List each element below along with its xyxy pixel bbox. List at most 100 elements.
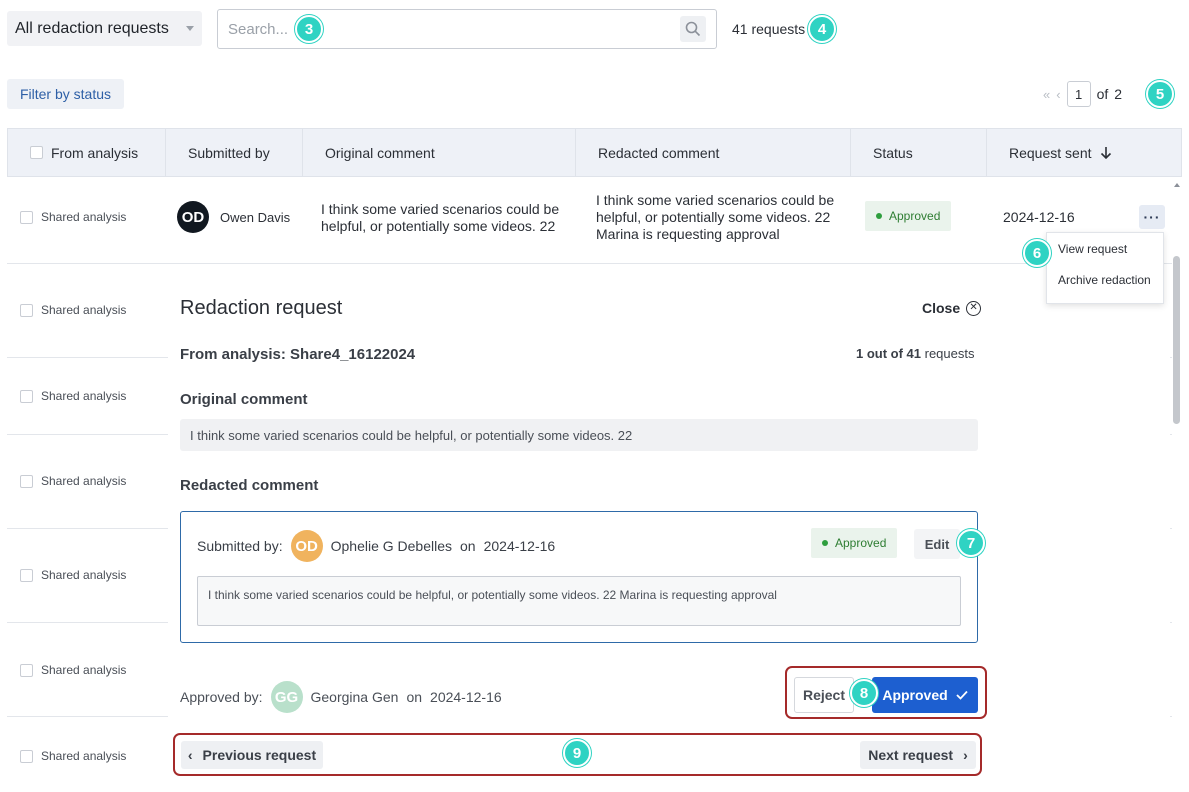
request-sent-date: 2024-12-16 bbox=[1003, 209, 1075, 225]
scroll-up-icon[interactable] bbox=[1172, 180, 1182, 190]
search-input[interactable]: Search... bbox=[217, 9, 717, 49]
pagination: « ‹ 1 of 2 bbox=[1043, 81, 1122, 107]
row-analysis-label: Shared analysis bbox=[41, 303, 127, 317]
from-analysis-label: From analysis: Share4_16122024 bbox=[180, 346, 416, 363]
previous-request-button[interactable]: ‹ Previous request bbox=[181, 741, 323, 769]
callout-badge-8: 8 bbox=[850, 679, 878, 707]
row-checkbox[interactable] bbox=[20, 663, 33, 677]
column-header-submitted-by[interactable]: Submitted by bbox=[166, 129, 303, 176]
reject-button[interactable]: Reject bbox=[794, 677, 854, 713]
chevron-left-icon: ‹ bbox=[187, 747, 193, 763]
approved-button-label: Approved bbox=[882, 687, 948, 703]
column-header-original-comment[interactable]: Original comment bbox=[303, 129, 576, 176]
avatar: OD bbox=[177, 201, 209, 233]
search-icon bbox=[685, 21, 701, 37]
status-dot-icon bbox=[876, 213, 882, 219]
callout-badge-7: 7 bbox=[957, 529, 985, 557]
original-comment-heading: Original comment bbox=[180, 391, 308, 408]
request-count: 41 requests bbox=[732, 21, 806, 37]
redacted-comment-text[interactable]: I think some varied scenarios could be h… bbox=[197, 576, 961, 626]
row-analysis-cell: Shared analysis bbox=[20, 568, 126, 582]
row-analysis-label: Shared analysis bbox=[41, 474, 127, 488]
callout-badge-9: 9 bbox=[563, 739, 591, 767]
on-label: on bbox=[406, 689, 423, 705]
approved-date: 2024-12-16 bbox=[430, 689, 502, 705]
submitter-name: Ophelie G Debelles bbox=[330, 538, 453, 554]
column-header-status[interactable]: Status bbox=[851, 129, 987, 176]
redacted-comment-cell: I think some varied scenarios could be h… bbox=[596, 192, 835, 242]
row-analysis-cell: Shared analysis bbox=[20, 389, 126, 403]
chevron-right-icon: › bbox=[963, 747, 968, 763]
row-analysis-label: Shared analysis bbox=[41, 389, 127, 403]
column-label: Redacted comment bbox=[598, 144, 720, 161]
callout-badge-4: 4 bbox=[808, 15, 836, 43]
redacted-comment-heading: Redacted comment bbox=[180, 477, 319, 494]
request-position: 1 out of 41 requests bbox=[856, 346, 975, 361]
callout-badge-5: 5 bbox=[1146, 80, 1174, 108]
row-checkbox[interactable] bbox=[20, 303, 33, 317]
row-analysis-cell: Shared analysis bbox=[20, 663, 126, 677]
page-total: 2 bbox=[1114, 86, 1123, 102]
row-analysis-label: Shared analysis bbox=[41, 568, 127, 582]
approved-button[interactable]: Approved bbox=[872, 677, 978, 713]
menu-item-view-request[interactable]: View request bbox=[1047, 233, 1163, 264]
column-header-redacted-comment[interactable]: Redacted comment bbox=[576, 129, 851, 176]
select-all-checkbox[interactable] bbox=[30, 146, 43, 159]
more-actions-button[interactable]: ··· bbox=[1139, 205, 1165, 229]
menu-item-archive-redaction[interactable]: Archive redaction bbox=[1047, 264, 1163, 295]
row-analysis-label: Shared analysis bbox=[41, 210, 127, 224]
status-label: Approved bbox=[889, 209, 941, 223]
avatar: OD bbox=[290, 530, 323, 562]
column-label: Request sent bbox=[1009, 144, 1092, 161]
chevron-down-icon bbox=[186, 26, 194, 31]
request-position-suffix: requests bbox=[921, 346, 975, 361]
prev-page-icon[interactable]: ‹ bbox=[1056, 87, 1060, 102]
row-analysis-cell: Shared analysis bbox=[20, 210, 126, 224]
row-checkbox[interactable] bbox=[20, 749, 33, 763]
column-label: From analysis bbox=[51, 144, 139, 161]
column-header-request-sent[interactable]: Request sent bbox=[987, 129, 1181, 176]
submitted-date: 2024-12-16 bbox=[483, 538, 556, 554]
close-icon: ✕ bbox=[966, 300, 982, 316]
view-select[interactable]: All redaction requests bbox=[7, 11, 202, 46]
row-analysis-label: Shared analysis bbox=[41, 749, 127, 763]
original-comment-cell: I think some varied scenarios could be h… bbox=[321, 201, 560, 234]
status-label: Approved bbox=[835, 536, 887, 550]
row-analysis-label: Shared analysis bbox=[41, 663, 127, 677]
status-badge: Approved bbox=[811, 528, 898, 558]
page-of-label: of bbox=[1096, 86, 1109, 102]
column-header-from-analysis[interactable]: From analysis bbox=[8, 129, 166, 176]
filter-by-status-button[interactable]: Filter by status bbox=[7, 79, 124, 109]
original-comment-text: I think some varied scenarios could be h… bbox=[180, 419, 978, 451]
callout-badge-3: 3 bbox=[295, 15, 323, 43]
page-number-input[interactable]: 1 bbox=[1066, 81, 1091, 107]
sort-descending-icon bbox=[1100, 147, 1111, 159]
submitted-by-line: Submitted by: OD Ophelie G Debelles on 2… bbox=[197, 530, 555, 562]
next-request-label: Next request bbox=[868, 747, 954, 763]
checkmark-icon bbox=[956, 690, 968, 700]
row-analysis-cell: Shared analysis bbox=[20, 749, 126, 763]
search-placeholder: Search... bbox=[228, 20, 289, 38]
row-checkbox[interactable] bbox=[20, 389, 33, 403]
first-page-icon[interactable]: « bbox=[1043, 87, 1050, 102]
edit-button[interactable]: Edit bbox=[914, 529, 960, 559]
panel-title: Redaction request bbox=[180, 297, 343, 319]
column-label: Status bbox=[873, 144, 913, 161]
row-checkbox[interactable] bbox=[20, 568, 33, 582]
on-label: on bbox=[460, 538, 476, 554]
approved-by-label: Approved by: bbox=[180, 689, 263, 705]
close-label: Close bbox=[922, 300, 961, 316]
previous-request-label: Previous request bbox=[202, 747, 317, 763]
row-checkbox[interactable] bbox=[20, 474, 33, 488]
row-analysis-cell: Shared analysis bbox=[20, 474, 126, 488]
request-position-count: 1 out of 41 bbox=[856, 346, 922, 361]
submitter-name: Owen Davis bbox=[220, 209, 291, 225]
row-checkbox[interactable] bbox=[20, 210, 33, 224]
scrollbar-thumb[interactable] bbox=[1173, 256, 1180, 424]
next-request-button[interactable]: Next request › bbox=[860, 741, 976, 769]
view-select-value: All redaction requests bbox=[15, 19, 169, 37]
close-button[interactable]: Close ✕ bbox=[922, 300, 982, 316]
row-actions-menu: View request Archive redaction bbox=[1046, 232, 1164, 304]
search-button[interactable] bbox=[680, 16, 706, 42]
approved-by-line: Approved by: GG Georgina Gen on 2024-12-… bbox=[180, 681, 502, 713]
